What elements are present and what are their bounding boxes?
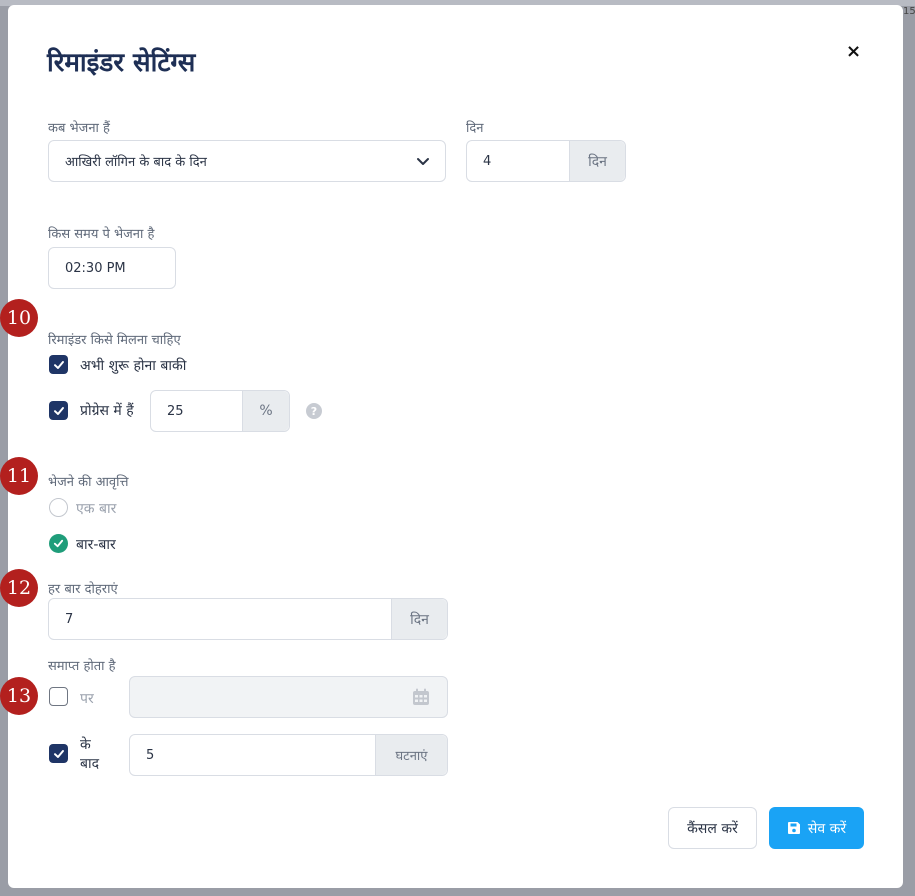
modal-title: रिमाइंडर सेटिंग्स [47,48,196,78]
days-label: दिन [466,121,484,136]
end-date-input[interactable] [129,676,448,718]
repeat-every-label: हर बार दोहराएं [48,582,118,597]
not-started-checkbox[interactable] [49,355,68,374]
frequency-recurring-label: बार-बार [76,537,116,553]
repeat-every-input[interactable]: 7 दिन [48,598,448,640]
save-button[interactable]: सेव करें [769,807,864,849]
check-icon [53,360,64,369]
frequency-once-label: एक बार [76,501,117,517]
percent-unit: % [242,391,289,431]
repeat-every-value: 7 [65,611,74,627]
occurrences-value: 5 [146,747,155,763]
ends-on-checkbox[interactable] [49,687,68,706]
ends-after-label-line1: के [80,737,91,753]
ends-label: समाप्त होता है [48,659,116,674]
frequency-once-radio[interactable] [49,498,68,517]
check-icon [53,749,64,758]
days-unit: दिन [569,141,625,181]
ends-after-checkbox[interactable] [49,744,68,763]
backdrop-partial-number: 15 [903,6,915,17]
send-time-input[interactable]: 02:30 PM [48,247,176,289]
send-time-label: किस समय पे भेजना है [48,227,155,242]
ends-after-label-line2: बाद [80,756,100,772]
check-icon [53,539,64,548]
annotation-badge-11: 11 [0,457,38,495]
days-input[interactable]: 4 दिन [466,140,626,182]
when-to-send-select[interactable]: आखिरी लॉगिन के बाद के दिन [48,140,446,182]
frequency-recurring-radio[interactable] [49,534,68,553]
save-button-label: सेव करें [807,820,847,837]
when-to-send-value: आखिरी लॉगिन के बाद के दिन [65,155,207,170]
annotation-badge-10: 10 [0,299,38,337]
close-icon[interactable]: × [846,41,861,62]
ends-on-label: पर [80,691,94,707]
in-progress-checkbox[interactable] [49,401,68,420]
annotation-badge-13: 13 [0,677,38,715]
when-to-send-label: कब भेजना हैं [48,121,110,136]
days-value: 4 [483,153,492,169]
not-started-label: अभी शुरू होना बाकी [80,358,187,374]
occurrences-input[interactable]: 5 घटनाएं [129,734,448,776]
help-icon[interactable]: ? [306,403,322,419]
chevron-down-icon [417,158,429,165]
reminder-settings-modal: रिमाइंडर सेटिंग्स × कब भेजना हैं आखिरी ल… [8,5,903,888]
floppy-disk-icon [787,822,800,834]
check-icon [53,406,64,415]
progress-percent-value: 25 [167,403,184,419]
repeat-every-unit: दिन [391,599,447,639]
calendar-icon [413,688,429,705]
frequency-label: भेजने की आवृत्ति [48,475,129,490]
progress-percent-input[interactable]: 25 % [150,390,290,432]
send-time-value: 02:30 PM [65,260,126,276]
in-progress-label: प्रोग्रेस में हैं [80,403,134,419]
occurrences-unit: घटनाएं [375,735,447,775]
annotation-badge-12: 12 [0,569,38,607]
ends-after-label: के बाद [80,736,99,774]
recipients-label: रिमाइंडर किसे मिलना चाहिए [48,333,181,348]
cancel-button[interactable]: कैंसल करें [668,807,757,849]
